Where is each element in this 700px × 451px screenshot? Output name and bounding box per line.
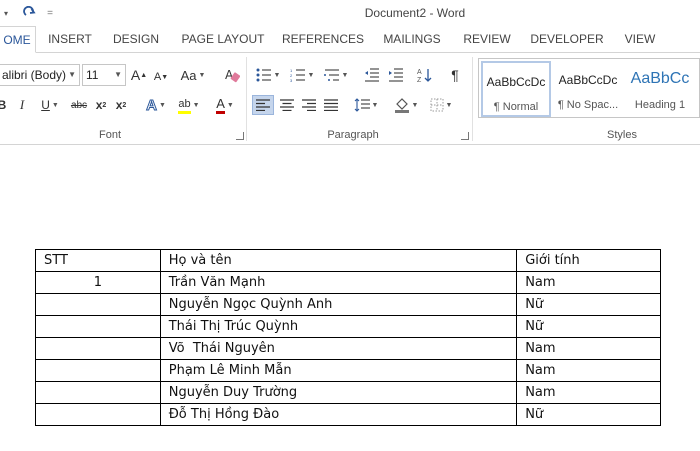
font-name-combobox[interactable]: alibri (Body) ▼	[0, 64, 80, 86]
shrink-font-button[interactable]: A ▼	[152, 67, 170, 87]
grow-font-button[interactable]: A ▲	[130, 65, 148, 85]
table-cell-stt[interactable]	[35, 381, 161, 404]
ribbon-tabs: OME INSERT DESIGN PAGE LAYOUT REFERENCES…	[0, 26, 700, 53]
styles-gallery: AaBbCcDc ¶ Normal AaBbCcDc ¶ No Spac... …	[478, 58, 700, 118]
font-group-label: Font	[98, 129, 121, 141]
table-row: 1 Trần Văn Mạnh Nam	[35, 271, 661, 294]
shading-button[interactable]: ▼	[392, 95, 420, 115]
table-cell-name[interactable]: Võ Thái Nguyên	[159, 337, 518, 360]
font-size-value: 11	[86, 68, 99, 82]
table-row: Đỗ Thị Hồng Đào Nữ	[35, 403, 661, 426]
table-row: Thái Thị Trúc Quỳnh Nữ	[35, 315, 661, 338]
tab-review[interactable]: REVIEW	[460, 26, 514, 52]
header-cell-stt[interactable]: STT	[35, 249, 161, 272]
chevron-down-icon: ▼	[68, 70, 76, 79]
tab-home[interactable]: OME	[0, 26, 36, 53]
paragraph-group-label: Paragraph	[327, 129, 379, 141]
chevron-down-icon: ▼	[114, 70, 122, 79]
table-cell-gender[interactable]: Nữ	[516, 403, 661, 426]
borders-button[interactable]: ▼	[426, 95, 456, 115]
table-cell-gender[interactable]: Nam	[516, 381, 661, 404]
table-cell-gender[interactable]: Nam	[516, 337, 661, 360]
table-cell-name[interactable]: Đỗ Thị Hồng Đào	[159, 403, 518, 426]
svg-text:Z: Z	[417, 77, 422, 83]
table-row: Phạm Lê Minh Mẫn Nam	[35, 359, 661, 382]
tab-references[interactable]: REFERENCES	[282, 26, 364, 52]
decrease-indent-button[interactable]	[362, 65, 382, 85]
table-row: Võ Thái Nguyên Nam	[35, 337, 661, 360]
style-normal[interactable]: AaBbCcDc ¶ Normal	[481, 61, 551, 117]
tab-mailings[interactable]: MAILINGS	[378, 26, 446, 52]
table-row: Nguyễn Duy Trường Nam	[35, 381, 661, 404]
superscript-button[interactable]: x2	[112, 95, 130, 115]
change-case-button[interactable]: Aa ▼	[178, 65, 208, 85]
bullets-button[interactable]: ▼	[254, 65, 282, 85]
table-cell-name[interactable]: Trần Văn Mạnh	[159, 271, 518, 294]
tab-view[interactable]: VIEW	[618, 26, 662, 52]
numbering-button[interactable]: 1 2 3 ▼	[288, 65, 316, 85]
svg-text:3: 3	[290, 78, 293, 82]
font-color-button[interactable]: A ▼	[210, 95, 240, 115]
align-center-button[interactable]	[276, 95, 298, 115]
multilevel-list-button[interactable]: ▼	[322, 65, 350, 85]
highlight-color-button[interactable]: ab ▼	[174, 95, 204, 115]
table-cell-stt[interactable]	[35, 337, 161, 360]
table-cell-gender[interactable]: Nam	[516, 271, 661, 294]
increase-indent-button[interactable]	[386, 65, 406, 85]
svg-text:A: A	[417, 69, 422, 76]
font-name-value: alibri (Body)	[2, 68, 67, 82]
style-heading-1[interactable]: AaBbCc Heading 1	[625, 61, 695, 117]
window-title: Document2 - Word	[364, 6, 466, 20]
line-spacing-button[interactable]: ▼	[352, 95, 380, 115]
table-cell-name[interactable]: Nguyễn Duy Trường	[159, 381, 518, 404]
font-size-combobox[interactable]: 11 ▼	[82, 64, 126, 86]
tab-design[interactable]: DESIGN	[108, 26, 164, 52]
align-right-button[interactable]	[298, 95, 320, 115]
sort-button[interactable]: AZ	[414, 65, 436, 85]
table-cell-stt[interactable]: 1	[35, 271, 161, 294]
table-cell-stt[interactable]	[35, 315, 161, 338]
text-effects-button[interactable]: A ▼	[142, 95, 170, 115]
table-row: Nguyễn Ngọc Quỳnh Anh Nữ	[35, 293, 661, 316]
group-divider	[246, 57, 247, 141]
document-page[interactable]: STT Họ và tên Giới tính 1 Trần Văn Mạnh …	[0, 146, 700, 451]
underline-button[interactable]: U ▼	[36, 95, 64, 115]
show-formatting-marks-button[interactable]: ¶	[446, 65, 464, 85]
font-dialog-launcher-icon[interactable]	[236, 132, 244, 140]
table-cell-gender[interactable]: Nữ	[516, 315, 661, 338]
justify-button[interactable]	[320, 95, 342, 115]
table-cell-name[interactable]: Thái Thị Trúc Quỳnh	[159, 315, 518, 338]
italic-button[interactable]: I	[16, 95, 28, 115]
strikethrough-button[interactable]: abc	[68, 95, 90, 115]
group-divider	[472, 57, 473, 141]
table-cell-gender[interactable]: Nam	[516, 359, 661, 382]
tab-insert[interactable]: INSERT	[44, 26, 96, 52]
header-cell-gender[interactable]: Giới tính	[516, 249, 661, 272]
table-cell-gender[interactable]: Nữ	[516, 293, 661, 316]
table-cell-stt[interactable]	[35, 359, 161, 382]
subscript-button[interactable]: x2	[92, 95, 110, 115]
student-table[interactable]: STT Họ và tên Giới tính 1 Trần Văn Mạnh …	[35, 249, 661, 426]
header-cell-name[interactable]: Họ và tên	[159, 249, 518, 272]
tab-developer[interactable]: DEVELOPER	[528, 26, 606, 52]
style-no-spacing[interactable]: AaBbCcDc ¶ No Spac...	[553, 61, 623, 117]
tab-page-layout[interactable]: PAGE LAYOUT	[178, 26, 268, 52]
bold-button[interactable]: B	[0, 95, 8, 115]
align-left-button[interactable]	[252, 95, 274, 115]
table-cell-name[interactable]: Nguyễn Ngọc Quỳnh Anh	[159, 293, 518, 316]
table-cell-name[interactable]: Phạm Lê Minh Mẫn	[159, 359, 518, 382]
title-bar: ▾ = Document2 - Word	[0, 0, 700, 26]
table-cell-stt[interactable]	[35, 403, 161, 426]
clear-formatting-icon[interactable]: A	[222, 65, 242, 85]
table-cell-stt[interactable]	[35, 293, 161, 316]
styles-group-label: Styles	[607, 129, 637, 141]
paragraph-dialog-launcher-icon[interactable]	[461, 132, 469, 140]
table-header-row: STT Họ và tên Giới tính	[35, 249, 661, 272]
